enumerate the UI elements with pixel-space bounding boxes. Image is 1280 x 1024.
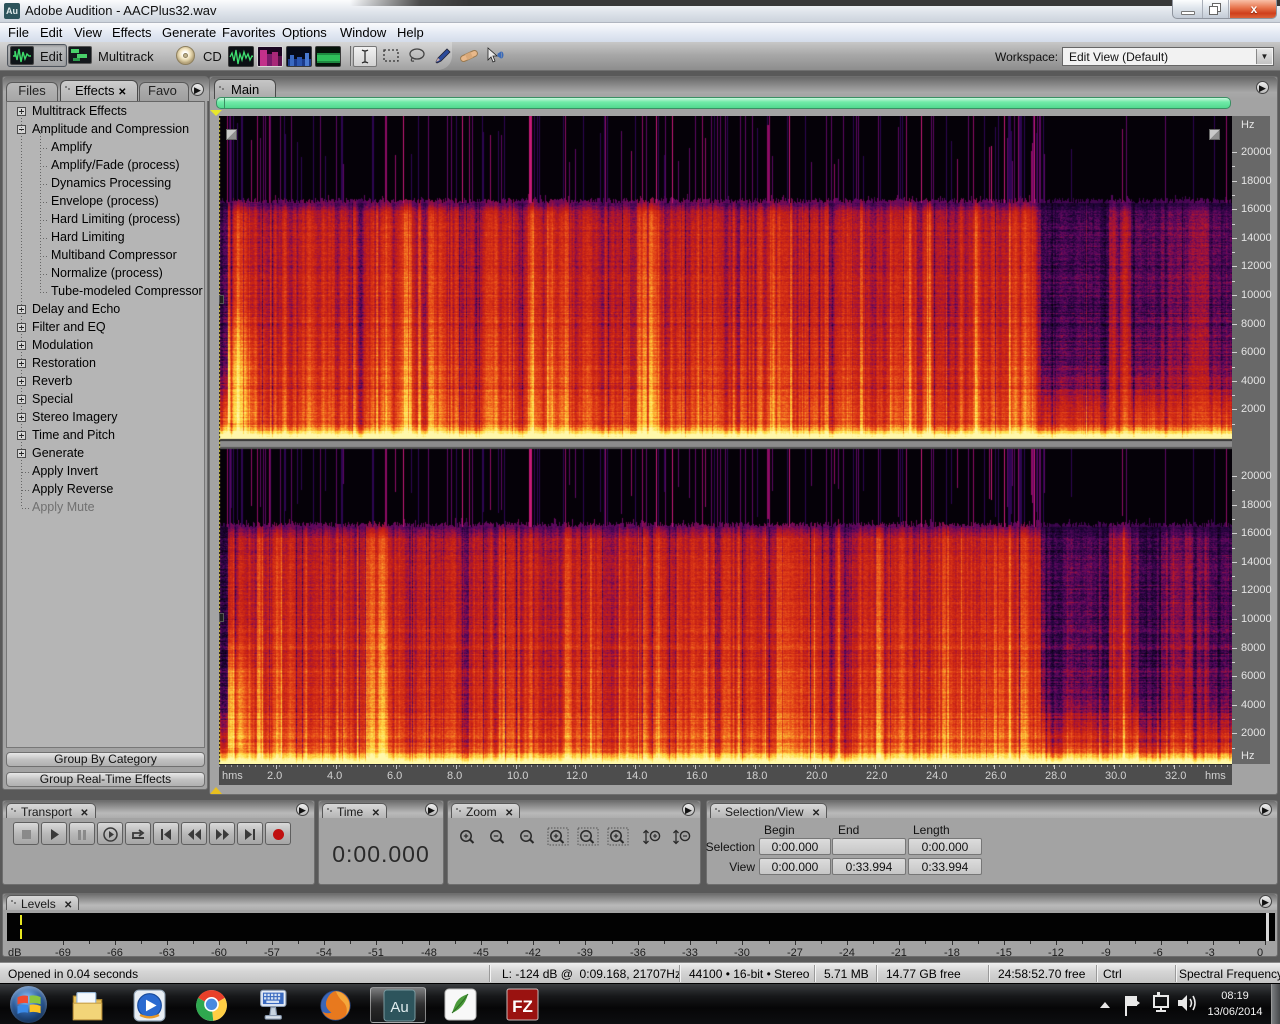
svg-text:FZ: FZ — [512, 997, 533, 1016]
svg-text:Au: Au — [390, 999, 408, 1016]
